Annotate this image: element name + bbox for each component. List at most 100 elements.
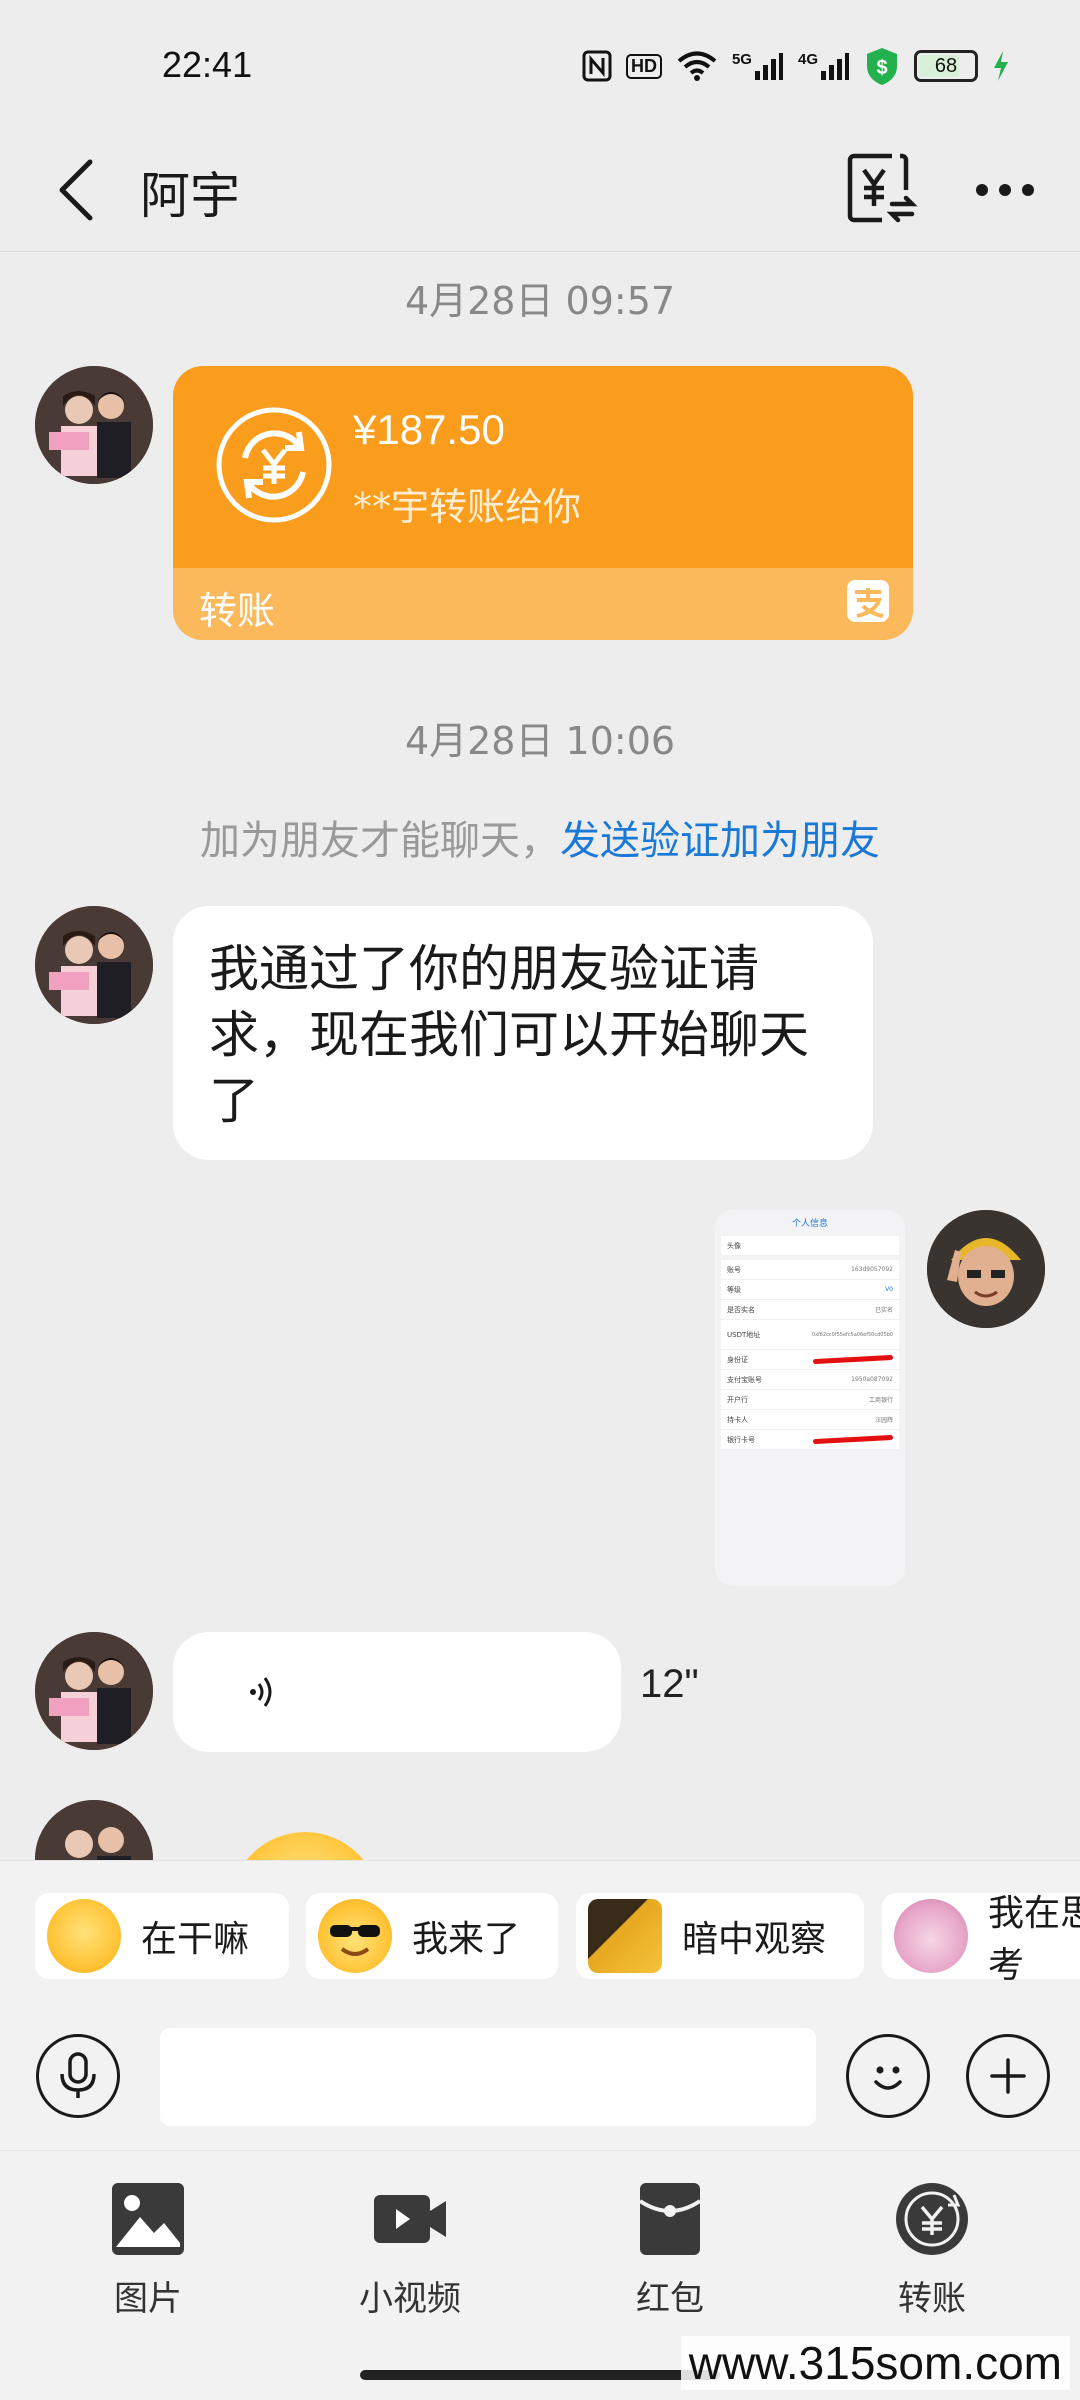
thumb-title: 个人信息 bbox=[791, 1219, 828, 1229]
friend-verification-notice: 加为朋友才能聊天，发送验证加为朋友 bbox=[0, 808, 1080, 866]
thumb-label: USDT地址 bbox=[727, 1330, 761, 1339]
voice-duration: 12" bbox=[640, 1662, 699, 1706]
thumb-row: 账号 163d9057092 bbox=[721, 1260, 899, 1280]
thumb-value: 0xf82cc0f55efc5a06ef50cd05b0 bbox=[811, 1331, 893, 1338]
sticker-message[interactable] bbox=[230, 1832, 380, 1860]
cartoon-avatar-icon bbox=[927, 1210, 1045, 1328]
yuan-transfer-icon bbox=[847, 153, 918, 223]
function-red-packet[interactable]: 红包 bbox=[590, 2181, 750, 2320]
function-label: 红包 bbox=[636, 2279, 704, 2319]
alipay-icon bbox=[847, 580, 889, 622]
couple-photo-icon bbox=[35, 1800, 153, 1860]
message-text: 我通过了你的朋友验证请求，现在我们可以开始聊天了 bbox=[209, 940, 809, 1130]
thumb-row: 是否实名 已实名 bbox=[721, 1300, 899, 1320]
function-video[interactable]: 小视频 bbox=[330, 2181, 490, 2320]
my-avatar[interactable] bbox=[927, 1210, 1045, 1328]
sticker-peek-icon bbox=[588, 1899, 662, 1973]
more-options-button[interactable] bbox=[970, 160, 1040, 220]
thumb-value: 汪园辉 bbox=[874, 1417, 893, 1424]
chat-area[interactable]: 4月28日 09:57 ¥187.50 **宇转账给你 转账 4月28日 10:… bbox=[0, 252, 1080, 1860]
sent-image-message[interactable]: 个人信息 头像 账号 163d9057092 等级 V0 是否实名 已实名 USDT地… bbox=[715, 1210, 905, 1586]
function-label: 转账 bbox=[898, 2279, 966, 2319]
thumb-label: 支付宝账号 bbox=[727, 1375, 762, 1384]
function-transfer[interactable]: 转账 bbox=[852, 2181, 1012, 2320]
voice-message-bubble[interactable] bbox=[173, 1632, 621, 1752]
sticker-suggestion[interactable]: 在干嘛 bbox=[35, 1893, 289, 1979]
hd-icon: HD bbox=[625, 53, 662, 79]
thumb-row: 银行卡号 bbox=[721, 1430, 899, 1450]
thumb-label: 等级 bbox=[727, 1285, 741, 1294]
sticker-suggestions: 在干嘛 我来了 暗中观察 我在思考 bbox=[0, 1860, 1080, 2000]
thumb-row: 头像 bbox=[721, 1236, 899, 1256]
thumb-row: 支付宝账号 1950a087092 bbox=[721, 1370, 899, 1390]
sticker-what-doing-icon bbox=[47, 1899, 121, 1973]
more-dots-icon bbox=[976, 184, 1034, 196]
chat-header: 阿宇 bbox=[0, 130, 1080, 252]
voice-input-button[interactable] bbox=[36, 2034, 120, 2118]
timestamp: 4月28日 09:57 bbox=[404, 279, 676, 323]
function-label: 图片 bbox=[114, 2279, 182, 2319]
thumb-value: 1950a087092 bbox=[851, 1376, 893, 1383]
message-input-bar bbox=[0, 2000, 1080, 2150]
plus-icon bbox=[990, 2058, 1026, 2094]
sticker-label: 我在思考 bbox=[988, 1893, 1080, 1986]
thumb-row: 身份证 bbox=[721, 1350, 899, 1370]
net1-label: 5G bbox=[731, 51, 752, 68]
voice-wave-icon bbox=[250, 1677, 272, 1707]
transfer-type-label: 转账 bbox=[199, 589, 276, 633]
contact-avatar[interactable] bbox=[35, 1800, 153, 1860]
chat-title: 阿宇 bbox=[140, 167, 240, 225]
thumb-label: 账号 bbox=[727, 1265, 741, 1274]
transfer-message-card[interactable]: ¥187.50 **宇转账给你 转账 bbox=[173, 366, 913, 640]
thumb-row: 开户行 工商银行 bbox=[721, 1390, 899, 1410]
couple-photo-icon bbox=[35, 906, 153, 1024]
nfc-icon bbox=[582, 50, 612, 82]
message-input[interactable] bbox=[160, 2028, 816, 2126]
couple-photo-icon bbox=[35, 366, 153, 484]
thumb-value: V0 bbox=[885, 1286, 893, 1293]
timestamp: 4月28日 10:06 bbox=[404, 719, 676, 763]
back-arrow-icon bbox=[59, 159, 93, 221]
sticker-thinking-icon bbox=[894, 1899, 968, 1973]
svg-text:$: $ bbox=[876, 57, 887, 79]
image-icon bbox=[112, 2183, 184, 2255]
contact-avatar[interactable] bbox=[35, 1632, 153, 1750]
thumb-label: 开户行 bbox=[727, 1395, 748, 1404]
signal-4g-icon: 4G bbox=[798, 51, 850, 81]
hd-label: HD bbox=[625, 53, 662, 79]
sticker-label: 暗中观察 bbox=[682, 1919, 827, 1960]
thumb-row: 等级 V0 bbox=[721, 1280, 899, 1300]
transfer-received-icon bbox=[216, 407, 332, 523]
transfer-icon bbox=[896, 2183, 968, 2255]
sticker-suggestion[interactable]: 我来了 bbox=[306, 1893, 558, 1979]
transfer-shortcut-button[interactable] bbox=[840, 146, 920, 230]
emoji-button[interactable] bbox=[846, 2034, 930, 2118]
smiley-icon bbox=[874, 2066, 902, 2090]
home-indicator[interactable] bbox=[360, 2370, 720, 2380]
back-button[interactable] bbox=[50, 150, 110, 230]
thumb-label: 头像 bbox=[727, 1241, 741, 1250]
status-time: 22:41 bbox=[162, 44, 253, 85]
function-image[interactable]: 图片 bbox=[68, 2181, 228, 2320]
net2-label: 4G bbox=[797, 51, 818, 68]
more-functions-button[interactable] bbox=[966, 2034, 1050, 2118]
transfer-description: **宇转账给你 bbox=[353, 485, 582, 529]
send-verification-link[interactable]: 发送验证加为朋友 bbox=[560, 818, 880, 864]
sticker-suggestion[interactable]: 我在思考 bbox=[882, 1893, 1080, 1986]
contact-avatar[interactable] bbox=[35, 906, 153, 1024]
function-label: 小视频 bbox=[359, 2279, 461, 2319]
text-message-bubble[interactable]: 我通过了你的朋友验证请求，现在我们可以开始聊天了 bbox=[173, 906, 873, 1160]
thumb-value: 工商银行 bbox=[868, 1397, 893, 1404]
sticker-sunglasses-icon bbox=[318, 1899, 392, 1973]
wifi-icon bbox=[676, 50, 718, 82]
transfer-amount: ¥187.50 bbox=[353, 406, 505, 453]
thumb-value: 已实名 bbox=[874, 1307, 893, 1314]
thumb-label: 银行卡号 bbox=[727, 1435, 755, 1444]
battery-level: 68 bbox=[934, 54, 958, 77]
sticker-label: 我来了 bbox=[412, 1919, 521, 1960]
redaction-mark bbox=[812, 1434, 894, 1445]
sticker-suggestion[interactable]: 暗中观察 bbox=[576, 1893, 864, 1979]
battery-indicator: 68 bbox=[914, 50, 978, 82]
charging-icon bbox=[992, 50, 1010, 82]
contact-avatar[interactable] bbox=[35, 366, 153, 484]
